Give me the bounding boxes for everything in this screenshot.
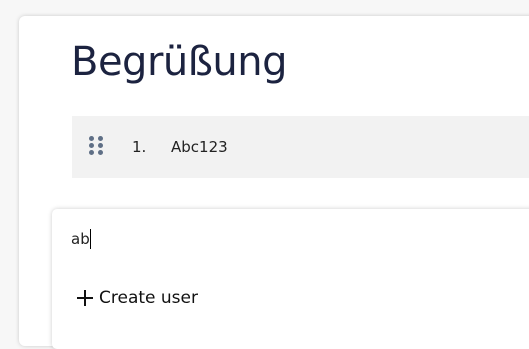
list-item-index: 1. — [132, 138, 147, 156]
text-caret — [90, 229, 91, 249]
drag-handle-icon[interactable] — [89, 136, 103, 156]
search-input[interactable] — [71, 228, 371, 250]
create-user-option[interactable]: Create user — [77, 285, 198, 311]
create-user-label: Create user — [99, 288, 198, 308]
user-search-dropdown: Create user — [52, 209, 529, 349]
plus-icon — [77, 290, 93, 306]
list-item[interactable]: 1. Abc123 — [72, 116, 529, 178]
page-title: Begrüßung — [71, 39, 288, 85]
list-item-label: Abc123 — [171, 138, 228, 156]
